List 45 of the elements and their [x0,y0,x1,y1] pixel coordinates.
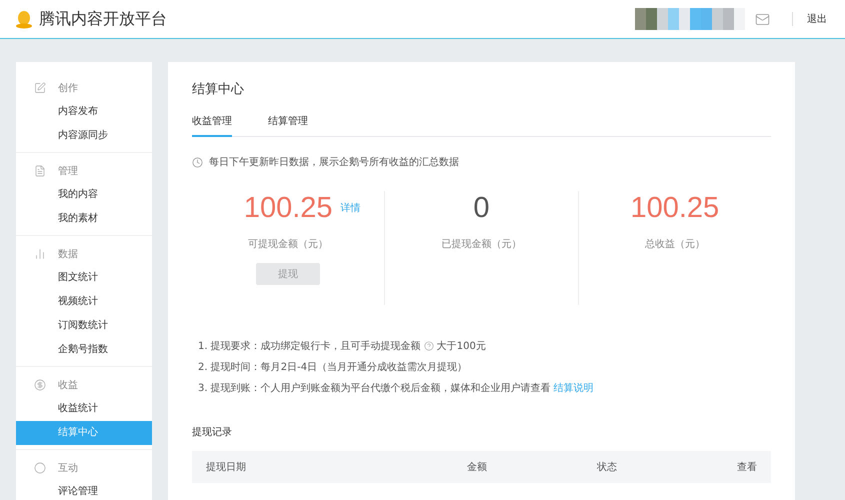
amount-value: 100.25 [630,192,720,224]
help-icon[interactable] [424,341,434,351]
sidebar-item[interactable]: 我的素材 [16,207,152,231]
amount-value: 100.25 [244,192,333,224]
column-header: 状态 [596,460,618,474]
tab[interactable]: 收益管理 [192,114,232,137]
section-title: 提现记录 [192,426,233,439]
amount-label: 可提现金额（元） [248,238,328,251]
logout-link[interactable]: 退出 [792,12,827,26]
sidebar-item[interactable]: 企鹅号指数 [16,338,152,362]
column-header: 金额 [466,460,488,474]
column-header: 查看 [736,460,757,474]
rule-text: 1. 提现要求：成功绑定银行卡，且可手动提现金额 [198,340,421,353]
sidebar-item[interactable]: 内容发布 [16,100,152,124]
notice-text: 每日下午更新昨日数据，展示企鹅号所有收益的汇总数据 [209,156,459,169]
sidebar-section-title: 创作 [58,82,78,95]
bar-chart-icon [34,248,46,260]
amount-label: 已提现金额（元） [441,238,522,251]
rule-text: 2. 提现时间：每月2日-4日（当月开通分成收益需次月提现） [198,360,468,374]
sidebar-item[interactable]: 视频统计 [16,290,152,314]
sidebar-item[interactable]: 我的内容 [16,183,152,207]
sidebar-item[interactable]: 订阅数统计 [16,314,152,338]
sidebar-item[interactable]: 评论管理 [16,480,152,500]
sidebar-section-title: 收益 [58,379,78,392]
dollar-icon [34,379,46,391]
sidebar-item[interactable]: 图文统计 [16,266,152,290]
circle-icon [34,462,46,474]
rule-text: 3. 提现到账：个人用户到账金额为平台代缴个税后金额，媒体和企业用户请查看 [198,382,551,395]
page-title: 结算中心 [192,81,245,98]
edit-icon [34,82,46,94]
clock-icon [192,156,203,168]
penguin-logo-icon [14,9,34,29]
sidebar-section-title: 管理 [58,165,78,178]
column-header: 提现日期 [206,460,247,474]
mail-icon[interactable] [755,12,770,26]
sidebar-item[interactable]: 内容源同步 [16,124,152,148]
rule-text: 大于100元 [436,340,486,353]
document-icon [34,165,46,177]
sidebar-section-title: 数据 [58,248,78,261]
amount-value: 0 [473,192,490,224]
sidebar-item[interactable]: 收益统计 [16,397,152,421]
sidebar-section-title: 互动 [58,462,78,475]
tab[interactable]: 结算管理 [268,114,308,137]
logo-text: 腾讯内容开放平台 [39,8,167,30]
amount-label: 总收益（元） [644,238,705,251]
